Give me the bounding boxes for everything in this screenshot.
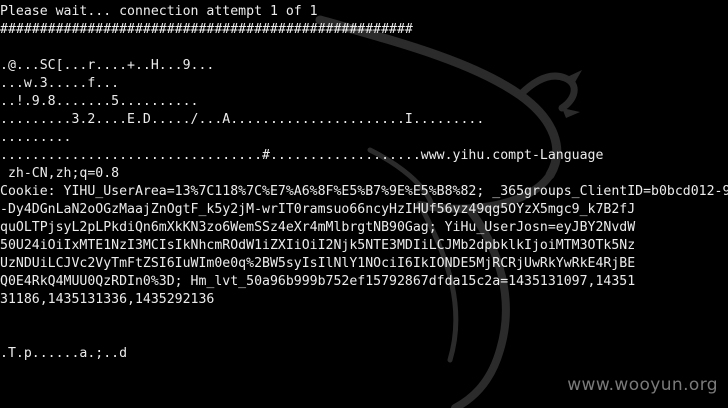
cookie-continuation-line: UzNDUiLCJVc2VyTmFtZSI6IuWIm0e0q%2BW5syIs… <box>0 256 636 271</box>
output-line: .T.p......a.;..d <box>0 346 128 361</box>
connection-status-line: Please wait... connection attempt 1 of 1 <box>0 4 318 19</box>
cookie-continuation-line: quOLTPjsyL2pLPkdiQn6mXkKN3zo6WemSSz4eXr4… <box>0 220 636 235</box>
watermark-text: www.wooyun.org <box>567 375 718 395</box>
output-line: ...w.3.....f... <box>0 76 120 91</box>
output-line: zh-CN,zh;q=0.8 <box>0 166 120 181</box>
terminal-window[interactable]: Please wait... connection attempt 1 of 1… <box>0 0 728 408</box>
progress-hash-line: ########################################… <box>0 22 413 37</box>
output-line: .........3.2....E.D...../...A...........… <box>0 112 485 127</box>
output-line: ..!.9.8.......5.......... <box>0 94 199 109</box>
cookie-continuation-line: 31186,1435131336,1435292136 <box>0 292 215 307</box>
terminal-output: Please wait... connection attempt 1 of 1… <box>0 3 728 363</box>
cookie-continuation-line: Q0E4RkQ4MUU0QzRDIn0%3D; Hm_lvt_50a96b999… <box>0 274 636 289</box>
output-line: .@...SC[...r....+..H...9... <box>0 58 215 73</box>
output-line: .................................#......… <box>0 148 604 163</box>
cookie-continuation-line: 50U24iOiIxMTE1NzI3MCIsIkNhcmROdW1iZXIiOi… <box>0 238 636 253</box>
cookie-continuation-line: -Dy4DGnLaN2oOGzMaajZnOgtF_k5y2jM-wrIT0ra… <box>0 202 636 217</box>
cookie-header-line: Cookie: YIHU_UserArea=13%7C118%7C%E7%A6%… <box>0 184 728 199</box>
output-line: ......... <box>0 130 72 145</box>
